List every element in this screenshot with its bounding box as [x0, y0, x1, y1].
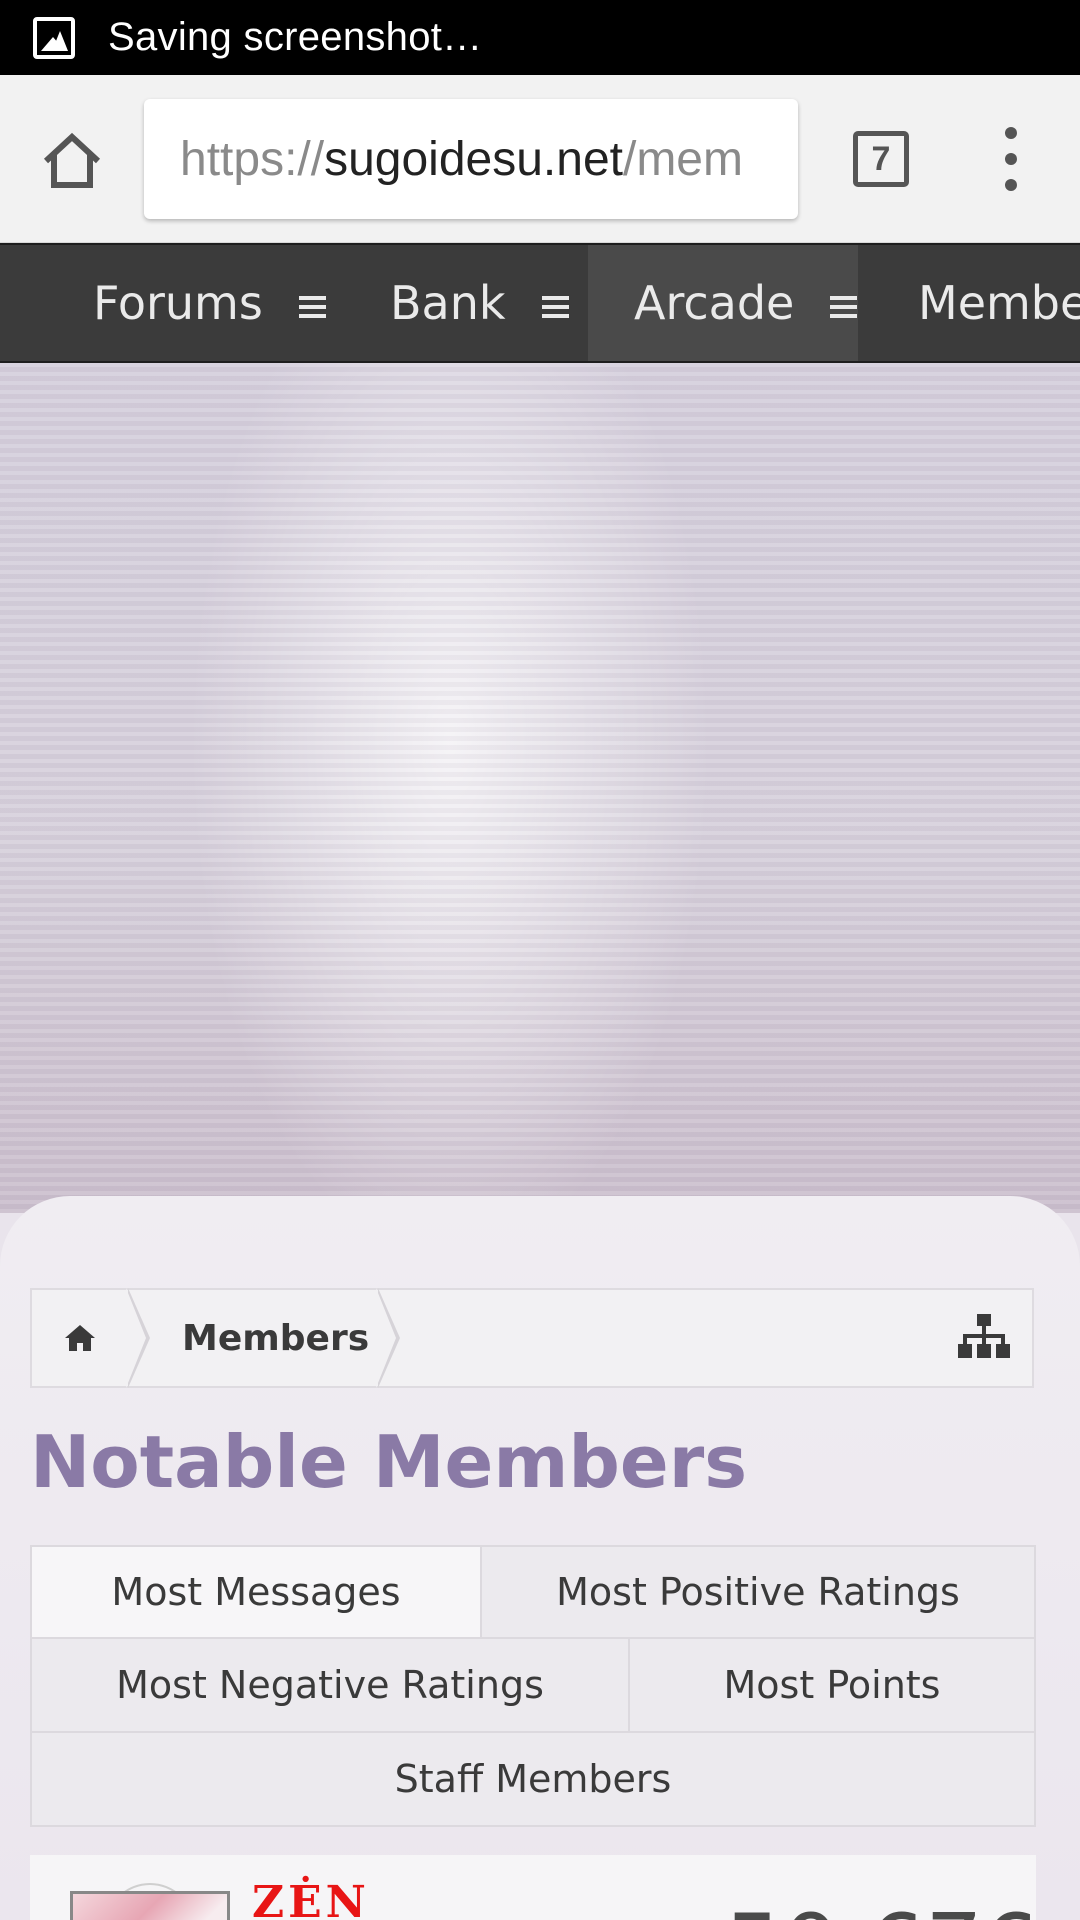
breadcrumb-home[interactable]: [32, 1290, 128, 1386]
nav-item-members[interactable]: Membe: [918, 245, 1080, 361]
nav-item-label: Arcade: [634, 276, 795, 330]
home-button[interactable]: [36, 125, 108, 197]
nav-item-bank[interactable]: Bank: [390, 245, 569, 361]
tab-switcher-button[interactable]: 7: [853, 131, 909, 187]
nav-item-arcade[interactable]: Arcade: [588, 245, 858, 361]
nav-item-label: Membe: [918, 276, 1080, 330]
header-background: [0, 363, 1080, 1213]
nav-item-label: Bank: [390, 276, 506, 330]
overflow-menu-icon[interactable]: [994, 127, 1028, 191]
url-path: /mem: [622, 132, 743, 186]
member-tabs: Most Messages Most Positive Ratings Most…: [30, 1545, 1036, 1827]
sitemap-icon[interactable]: [958, 1314, 1010, 1362]
home-icon: [43, 132, 101, 188]
member-message-count: 50,676: [725, 1895, 1036, 1920]
breadcrumb-separator: [376, 1288, 396, 1388]
member-name[interactable]: ZĖN: [252, 1877, 370, 1920]
page-title: Notable Members: [30, 1420, 748, 1504]
browser-toolbar: https://sugoidesu.net/mem 7: [0, 75, 1080, 243]
tab-most-negative-ratings[interactable]: Most Negative Ratings: [32, 1639, 630, 1733]
breadcrumb: Members: [30, 1288, 1034, 1388]
breadcrumb-separator: [126, 1288, 146, 1388]
status-bar: Saving screenshot…: [0, 0, 1080, 75]
status-text: Saving screenshot…: [108, 15, 483, 59]
list-item[interactable]: ZĖN 50,676: [30, 1855, 1036, 1920]
avatar[interactable]: [70, 1891, 230, 1920]
tab-most-messages[interactable]: Most Messages: [32, 1547, 482, 1639]
site-nav: Forums Bank Arcade Membe: [0, 243, 1080, 363]
screenshot-icon: [33, 16, 75, 59]
home-icon: [65, 1325, 95, 1351]
breadcrumb-members[interactable]: Members: [182, 1290, 369, 1386]
url-bar[interactable]: https://sugoidesu.net/mem: [144, 99, 798, 219]
url-scheme: https://: [180, 132, 325, 186]
tab-most-points[interactable]: Most Points: [630, 1639, 1034, 1733]
menu-icon[interactable]: [298, 295, 326, 323]
nav-item-forums[interactable]: Forums: [93, 245, 326, 361]
nav-item-label: Forums: [93, 276, 263, 330]
menu-icon[interactable]: [541, 295, 569, 323]
tab-count: 7: [871, 139, 891, 178]
tab-most-positive-ratings[interactable]: Most Positive Ratings: [482, 1547, 1034, 1639]
url-host: sugoidesu.net: [324, 132, 623, 186]
tab-staff-members[interactable]: Staff Members: [32, 1733, 1034, 1825]
menu-icon[interactable]: [830, 295, 858, 323]
